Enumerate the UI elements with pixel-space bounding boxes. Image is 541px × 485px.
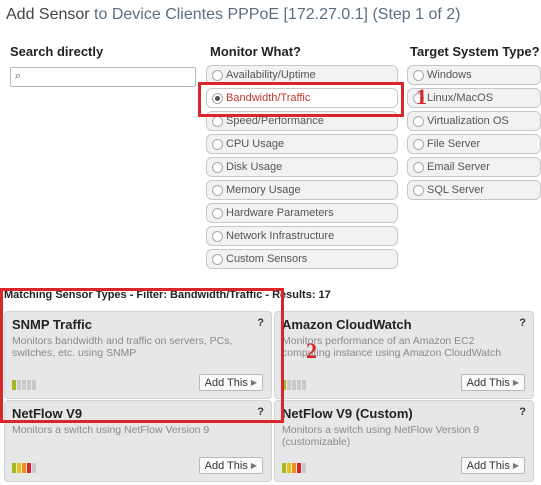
radio-button[interactable] (212, 185, 223, 196)
monitor-heading: Monitor What? (210, 44, 301, 59)
radio-button[interactable] (413, 139, 424, 150)
add-this-button[interactable]: Add This ▶ (460, 457, 525, 474)
play-arrow-icon: ▶ (512, 378, 519, 387)
impact-bar (287, 380, 291, 390)
target-option-label: Virtualization OS (427, 115, 509, 127)
add-this-button[interactable]: Add This ▶ (198, 457, 263, 474)
radio-button[interactable] (212, 139, 223, 150)
play-arrow-icon: ▶ (512, 461, 519, 470)
add-this-label: Add This (204, 460, 248, 472)
search-heading: Search directly (10, 44, 104, 59)
impact-meter (282, 463, 306, 473)
radio-button[interactable] (413, 116, 424, 127)
highlight-box-2 (0, 288, 284, 423)
impact-bar (27, 463, 31, 473)
radio-button[interactable] (413, 185, 424, 196)
monitor-option[interactable]: Memory Usage (206, 180, 398, 200)
sensor-name: Amazon CloudWatch (282, 317, 412, 332)
target-option[interactable]: Windows (407, 65, 541, 85)
impact-bar (17, 463, 21, 473)
target-option-label: SQL Server (427, 184, 485, 196)
monitor-option-label: Custom Sensors (226, 253, 308, 265)
page-title-prefix: Add Sensor (6, 6, 90, 23)
monitor-option[interactable]: Hardware Parameters (206, 203, 398, 223)
impact-meter (12, 463, 36, 473)
impact-bar (32, 463, 36, 473)
search-field[interactable]: ⌕ (10, 67, 196, 87)
page-title: Add Sensor to Device Clientes PPPoE [172… (6, 6, 460, 24)
radio-button[interactable] (212, 70, 223, 81)
impact-bar (292, 463, 296, 473)
impact-bar (302, 380, 306, 390)
radio-button[interactable] (212, 231, 223, 242)
impact-bar (12, 463, 16, 473)
monitor-option-label: Network Infrastructure (226, 230, 335, 242)
impact-bar (297, 463, 301, 473)
add-this-button[interactable]: Add This ▶ (460, 374, 525, 391)
sensor-description: Monitors a switch using NetFlow Version … (12, 424, 210, 436)
page-title-rest: to Device Clientes PPPoE [172.27.0.1] (S… (89, 6, 461, 23)
monitor-option-label: Disk Usage (226, 161, 283, 173)
search-icon: ⌕ (15, 70, 22, 82)
impact-bar (292, 380, 296, 390)
target-option[interactable]: File Server (407, 134, 541, 154)
add-this-label: Add This (466, 377, 510, 389)
help-icon[interactable]: ? (519, 406, 526, 418)
radio-button[interactable] (212, 116, 223, 127)
target-option[interactable]: Email Server (407, 157, 541, 177)
impact-bar (287, 463, 291, 473)
play-arrow-icon: ▶ (250, 461, 257, 470)
target-option-label: Email Server (427, 161, 490, 173)
radio-button[interactable] (212, 254, 223, 265)
target-option[interactable]: SQL Server (407, 180, 541, 200)
monitor-option[interactable]: Disk Usage (206, 157, 398, 177)
target-option-label: File Server (427, 138, 481, 150)
help-icon[interactable]: ? (519, 317, 526, 329)
sensor-name: NetFlow V9 (Custom) (282, 406, 413, 421)
annotation-1: 1 (416, 84, 427, 109)
radio-button[interactable] (413, 70, 424, 81)
impact-bar (297, 380, 301, 390)
monitor-option-label: CPU Usage (226, 138, 285, 150)
impact-bar (22, 463, 26, 473)
monitor-option[interactable]: Custom Sensors (206, 249, 398, 269)
annotation-2: 2 (306, 338, 317, 363)
monitor-option[interactable]: CPU Usage (206, 134, 398, 154)
radio-button[interactable] (413, 162, 424, 173)
target-option[interactable]: Virtualization OS (407, 111, 541, 131)
radio-button[interactable] (212, 162, 223, 173)
radio-button[interactable] (212, 208, 223, 219)
target-option-label: Windows (427, 69, 472, 81)
impact-bar (302, 463, 306, 473)
monitor-option-label: Memory Usage (226, 184, 301, 196)
target-heading: Target System Type? (410, 44, 540, 59)
monitor-option[interactable]: Network Infrastructure (206, 226, 398, 246)
impact-bar (282, 463, 286, 473)
monitor-option-label: Hardware Parameters (226, 207, 334, 219)
target-option-label: Linux/MacOS (427, 92, 494, 104)
add-this-label: Add This (466, 460, 510, 472)
sensor-card[interactable]: NetFlow V9 (Custom)? Monitors a switch us… (274, 400, 534, 482)
search-input[interactable] (29, 69, 193, 87)
sensor-description: Monitors a switch using NetFlow Version … (282, 424, 480, 448)
impact-meter (282, 380, 306, 390)
target-option[interactable]: Linux/MacOS (407, 88, 541, 108)
highlight-box-1 (198, 82, 404, 117)
